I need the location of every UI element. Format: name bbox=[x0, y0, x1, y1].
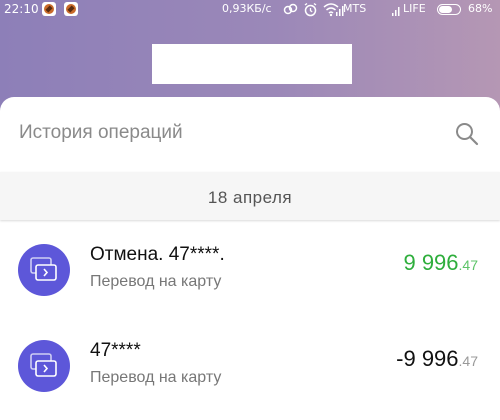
search-icon[interactable] bbox=[454, 121, 480, 147]
transfer-icon bbox=[18, 340, 70, 392]
transaction-subtitle: Перевод на карту bbox=[90, 273, 222, 290]
transaction-title: Отмена. 47****. bbox=[90, 244, 225, 265]
date-label: 18 апреля bbox=[207, 188, 293, 207]
battery-icon bbox=[437, 4, 461, 15]
status-time: 22:10 bbox=[4, 2, 39, 16]
date-section-header: 18 апреля bbox=[0, 172, 500, 220]
transaction-row[interactable]: 47**** Перевод на карту -9 996.47 bbox=[0, 340, 500, 420]
transaction-row[interactable]: Отмена. 47****. Перевод на карту 9 996.4… bbox=[0, 244, 500, 324]
amount-cents: .47 bbox=[458, 257, 478, 273]
transaction-amount: 9 996.47 bbox=[403, 250, 478, 276]
amount-cents: .47 bbox=[458, 353, 478, 369]
transaction-subtitle: Перевод на карту bbox=[90, 369, 222, 386]
alarm-icon bbox=[303, 2, 318, 20]
carrier-2: LIFE bbox=[403, 2, 426, 15]
search-placeholder[interactable]: История операций bbox=[19, 122, 183, 144]
network-speed: 0,93КБ/с bbox=[222, 2, 272, 15]
battery-level: 68% bbox=[468, 2, 493, 15]
carrier-1: MTS bbox=[343, 2, 367, 15]
transaction-title: 47**** bbox=[90, 340, 141, 361]
redacted-title bbox=[152, 44, 352, 84]
amount-main: -9 996 bbox=[396, 346, 459, 371]
search-bar[interactable]: История операций bbox=[0, 97, 500, 172]
app-notification-icon bbox=[64, 2, 78, 16]
transfer-icon bbox=[18, 244, 70, 296]
amount-main: 9 996 bbox=[403, 250, 459, 275]
link-icon bbox=[283, 2, 298, 20]
status-bar: 22:10 0,93КБ/с MTS LIFE 68% bbox=[0, 0, 500, 20]
app-notification-icon bbox=[42, 2, 56, 16]
operations-sheet: История операций 18 апреля Отмена. 47***… bbox=[0, 97, 500, 417]
signal-icon bbox=[392, 4, 402, 19]
transaction-amount: -9 996.47 bbox=[396, 346, 478, 372]
